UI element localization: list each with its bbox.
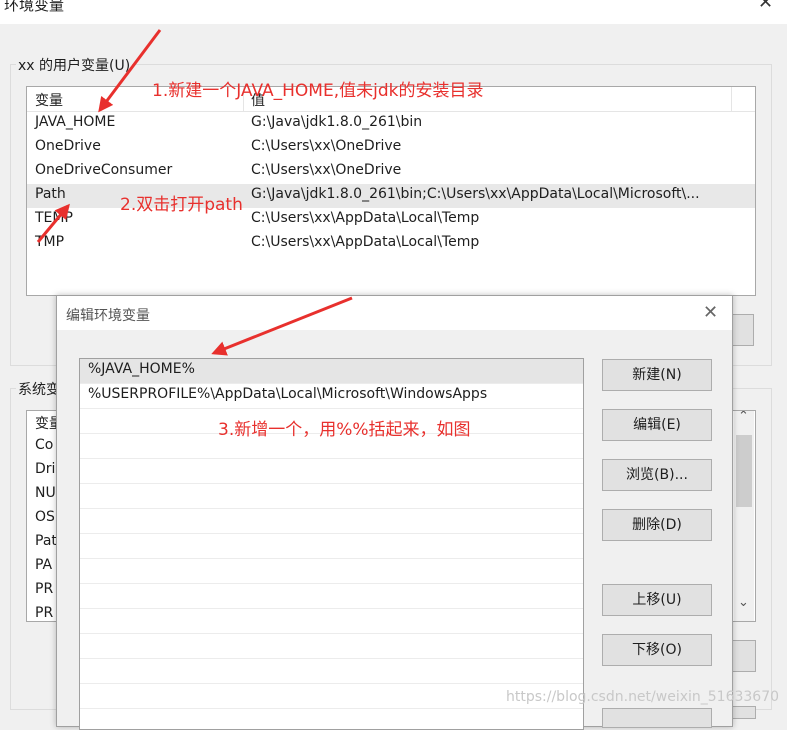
arrow-to-java-home <box>98 29 162 113</box>
watermark: https://blog.csdn.net/weixin_51633670 <box>506 689 780 705</box>
annotation-arrows <box>36 29 353 356</box>
arrow-to-path <box>36 203 70 243</box>
arrow-to-java-home-entry <box>211 296 353 356</box>
